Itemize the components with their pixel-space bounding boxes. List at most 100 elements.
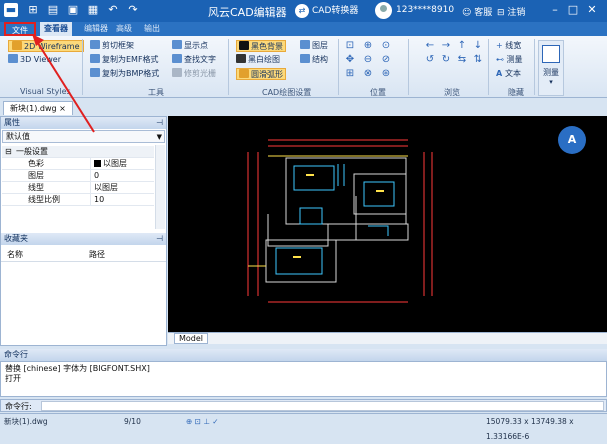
measure-toggle-button[interactable]: ⊷ 测量 bbox=[496, 54, 523, 66]
property-value: 0 bbox=[94, 171, 100, 180]
snap-icons[interactable]: ⊕ ⊡ ⊥ ✓ bbox=[186, 414, 219, 429]
fit-icon[interactable]: ⊞ bbox=[344, 68, 356, 79]
layers-icon bbox=[300, 40, 310, 49]
smooth-arc-button[interactable]: 圆滑弧形 bbox=[236, 68, 286, 80]
properties-combo[interactable]: 默认值 ▼ bbox=[2, 130, 165, 143]
undo-icon[interactable]: ↶ bbox=[106, 3, 120, 17]
menu-bar: 文件 查看器 编辑器 高级 输出 bbox=[0, 22, 607, 36]
measure-button[interactable]: 测量 ▾ bbox=[538, 40, 564, 96]
black-bg-icon bbox=[239, 41, 249, 50]
property-row[interactable]: 色彩 以图层 bbox=[2, 158, 154, 170]
line-width-icon: + bbox=[496, 41, 506, 50]
group-tools: 工具 bbox=[148, 88, 164, 97]
3d-viewer-button[interactable]: 3D Viewer bbox=[8, 54, 61, 66]
zoom-extents-icon[interactable]: ⊙ bbox=[380, 40, 392, 51]
print-icon[interactable]: ▦ bbox=[86, 3, 100, 17]
text-toggle-label: 文本 bbox=[504, 69, 521, 78]
folder-icon[interactable]: ▬ bbox=[4, 3, 18, 17]
arrow-up-icon[interactable]: ↑ bbox=[456, 40, 468, 51]
tab-editor[interactable]: 编辑器 bbox=[80, 22, 112, 36]
group-hide: 隐藏 bbox=[508, 88, 524, 97]
new-file-icon[interactable]: ⊞ bbox=[26, 3, 40, 17]
drawing-canvas[interactable]: A bbox=[168, 116, 607, 332]
zoom-scale-icon[interactable]: ⊛ bbox=[380, 68, 392, 79]
avatar[interactable] bbox=[375, 2, 392, 19]
tab-advanced[interactable]: 高级 bbox=[112, 22, 136, 36]
line-width-button[interactable]: + 线宽 bbox=[496, 40, 521, 52]
group-browse: 浏览 bbox=[444, 88, 460, 97]
copy-bmp-label: 复制为BMP格式 bbox=[102, 69, 160, 78]
section-general[interactable]: ⊟ 一般设置 bbox=[2, 146, 154, 158]
property-value-text: 以图层 bbox=[103, 159, 127, 168]
pin-icon[interactable]: ⊣ bbox=[156, 233, 163, 245]
pin-icon[interactable]: ⊣ bbox=[156, 117, 163, 129]
group-visual-styles: Visual Styles bbox=[20, 87, 71, 96]
logout-link[interactable]: ⊟ 注销 bbox=[497, 5, 525, 18]
floor-plan-drawing bbox=[247, 139, 433, 303]
text-toggle-button[interactable]: A 文本 bbox=[496, 68, 521, 80]
arrow-down-icon[interactable]: ↓ bbox=[472, 40, 484, 51]
arrow-right-icon[interactable]: → bbox=[440, 40, 452, 51]
command-input[interactable] bbox=[41, 401, 604, 411]
copy-icon bbox=[90, 68, 100, 77]
tab-model[interactable]: Model bbox=[174, 333, 209, 344]
tab-output[interactable]: 输出 bbox=[140, 22, 164, 36]
minimize-button[interactable]: – bbox=[548, 3, 562, 16]
close-button[interactable]: ✕ bbox=[585, 3, 599, 16]
tab-viewer[interactable]: 查看器 bbox=[40, 22, 72, 36]
rotate-right-icon[interactable]: ↻ bbox=[440, 54, 452, 65]
find-text-label: 查找文字 bbox=[184, 55, 216, 64]
pan-icon[interactable]: ✥ bbox=[344, 54, 356, 65]
favorites-col-name[interactable]: 名称 bbox=[7, 249, 23, 260]
close-icon[interactable]: × bbox=[59, 104, 66, 113]
user-account[interactable]: 123****8910 bbox=[396, 5, 454, 15]
collapse-icon[interactable]: ⊟ bbox=[5, 146, 12, 158]
rotate-left-icon[interactable]: ↺ bbox=[424, 54, 436, 65]
zoom-real-icon[interactable]: ⊗ bbox=[362, 68, 374, 79]
translate-icon[interactable]: A bbox=[558, 126, 586, 154]
status-bar: 新块(1).dwg 9/10 ⊕ ⊡ ⊥ ✓ 15079.33 x 13749.… bbox=[0, 413, 607, 441]
trim-raster-button[interactable]: 修剪光栅 bbox=[172, 68, 216, 80]
cut-frame-button[interactable]: 剪切框架 bbox=[90, 40, 134, 52]
section-label: 一般设置 bbox=[16, 147, 48, 156]
bw-drawing-button[interactable]: 黑白绘图 bbox=[236, 54, 280, 66]
cell-divider bbox=[90, 170, 91, 182]
divider bbox=[1, 261, 166, 262]
zoom-window-icon[interactable]: ⊡ bbox=[344, 40, 356, 51]
trim-icon bbox=[172, 68, 182, 77]
show-points-button[interactable]: 显示点 bbox=[172, 40, 208, 52]
zoom-out-icon[interactable]: ⊖ bbox=[362, 54, 374, 65]
cad-converter-button[interactable]: ⇄ CAD转换器 bbox=[295, 3, 358, 19]
save-icon[interactable]: ▣ bbox=[66, 3, 80, 17]
document-tab[interactable]: 新块(1).dwg × bbox=[3, 101, 73, 115]
property-value: 以图层 bbox=[94, 158, 127, 170]
copy-emf-button[interactable]: 复制为EMF格式 bbox=[90, 54, 159, 66]
cut-frame-label: 剪切框架 bbox=[102, 41, 134, 50]
zoom-previous-icon[interactable]: ⊘ bbox=[380, 54, 392, 65]
black-background-button[interactable]: 黑色背景 bbox=[236, 40, 286, 52]
command-history-line: 替换 [chinese] 字体为 [BIGFONT.SHX] bbox=[5, 364, 150, 373]
find-text-button[interactable]: 查找文字 bbox=[172, 54, 216, 66]
property-row[interactable]: 线型比例 10 bbox=[2, 194, 154, 206]
mirror-icon[interactable]: ⇆ bbox=[456, 54, 468, 65]
2d-wireframe-button[interactable]: 2D Wireframe bbox=[8, 40, 84, 52]
copy-emf-label: 复制为EMF格式 bbox=[102, 55, 159, 64]
favorites-col-path[interactable]: 路径 bbox=[89, 249, 105, 260]
open-file-icon[interactable]: ▤ bbox=[46, 3, 60, 17]
arrow-left-icon[interactable]: ← bbox=[424, 40, 436, 51]
maximize-button[interactable]: □ bbox=[566, 3, 580, 16]
zoom-in-icon[interactable]: ⊕ bbox=[362, 40, 374, 51]
logout-label: 注销 bbox=[507, 8, 526, 18]
property-row[interactable]: 线型 以图层 bbox=[2, 182, 154, 194]
property-row[interactable]: 图层 0 bbox=[2, 170, 154, 182]
flip-icon[interactable]: ⇅ bbox=[472, 54, 484, 65]
service-link[interactable]: ☺ 客服 bbox=[462, 5, 492, 18]
layers-button[interactable]: 图层 bbox=[300, 40, 328, 52]
favorites-header: 收藏夹 ⊣ bbox=[1, 233, 166, 245]
converter-icon: ⇄ bbox=[295, 3, 309, 18]
tab-file[interactable]: 文件 bbox=[4, 22, 36, 36]
redo-icon[interactable]: ↷ bbox=[126, 3, 140, 17]
structure-button[interactable]: 结构 bbox=[300, 54, 328, 66]
properties-scrollbar[interactable] bbox=[155, 145, 165, 229]
copy-bmp-button[interactable]: 复制为BMP格式 bbox=[90, 68, 159, 80]
